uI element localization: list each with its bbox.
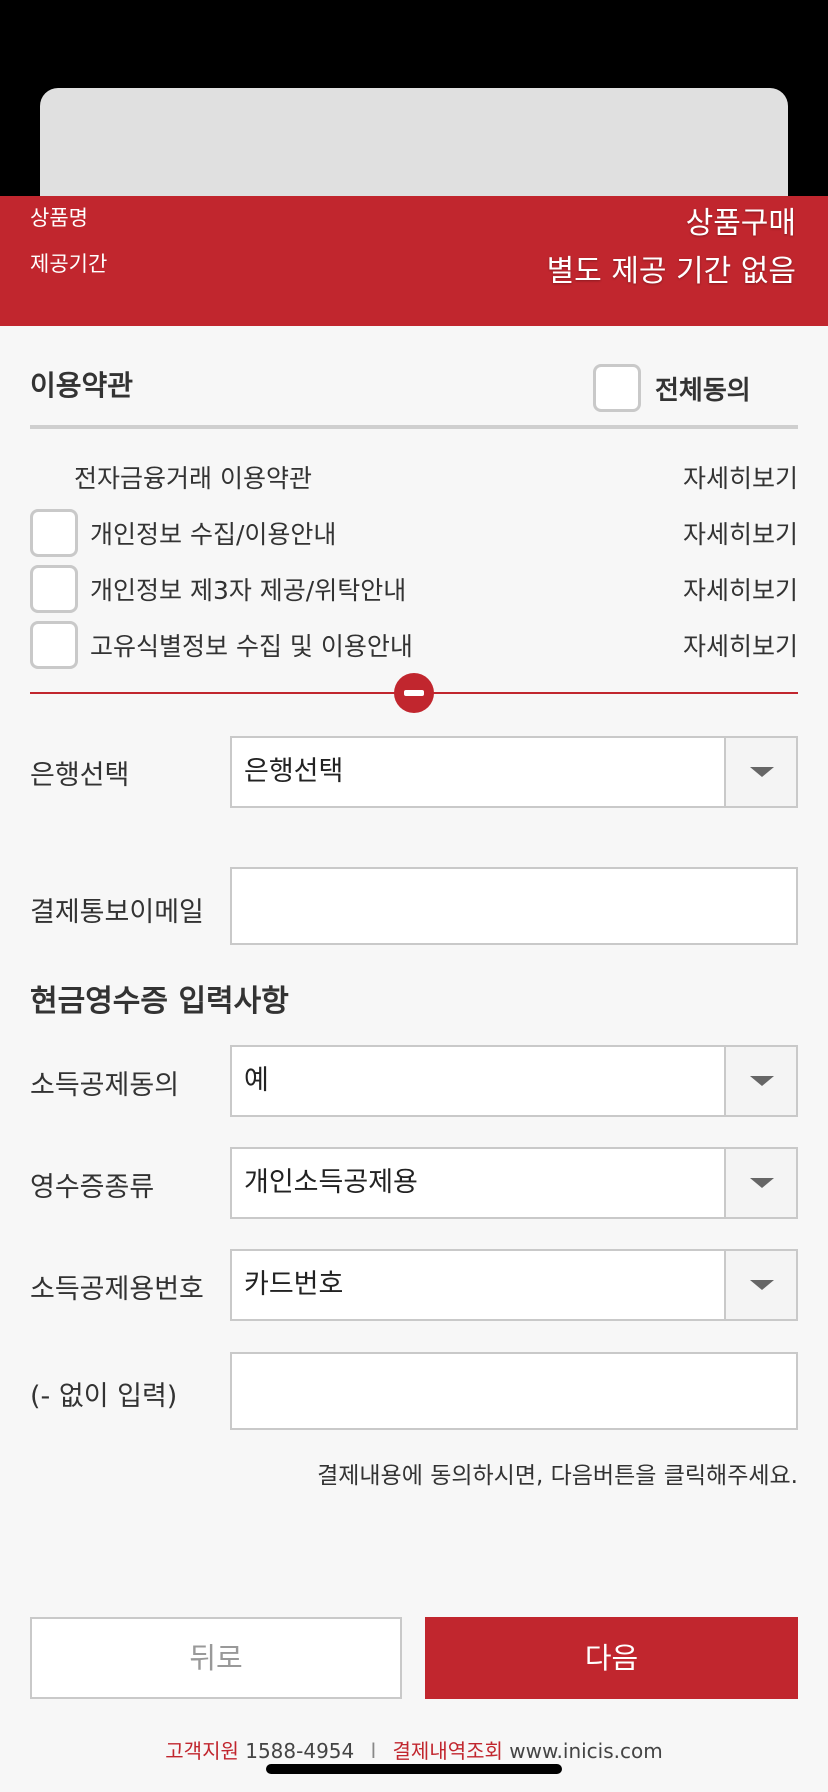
number-type-select[interactable]: 카드번호	[230, 1249, 798, 1321]
term-label: 개인정보 수집/이용안내	[90, 520, 337, 549]
number-input-label: (- 없이 입력)	[30, 1381, 178, 1412]
term-checkbox[interactable]	[30, 509, 78, 557]
term-detail-link[interactable]: 자세히보기	[683, 571, 798, 607]
chevron-down-icon[interactable]	[724, 1251, 796, 1319]
bank-label: 은행선택	[30, 760, 130, 791]
footer: 고객지원 1588-4954 l 결제내역조회 www.inicis.com	[0, 1735, 828, 1764]
collapse-terms-icon[interactable]	[394, 673, 434, 713]
product-info-panel: 상품명 상품구매 제공기간 별도 제공 기간 없음	[0, 196, 828, 326]
term-row-unique-id: 고유식별정보 수집 및 이용안내 자세히보기	[30, 620, 798, 670]
product-name-label: 상품명	[30, 206, 88, 230]
receipt-number-field[interactable]	[230, 1352, 798, 1430]
chevron-down-icon[interactable]	[724, 1149, 796, 1217]
term-checkbox[interactable]	[30, 565, 78, 613]
number-type-label: 소득공제용번호	[30, 1274, 204, 1305]
support-link[interactable]: 고객지원	[165, 1739, 239, 1763]
term-label: 개인정보 제3자 제공/위탁안내	[90, 576, 407, 605]
home-indicator[interactable]	[266, 1764, 562, 1774]
term-detail-link[interactable]: 자세히보기	[683, 515, 798, 551]
next-button[interactable]: 다음	[425, 1617, 798, 1699]
term-row-privacy-collect: 개인정보 수집/이용안내 자세히보기	[30, 508, 798, 558]
consent-select[interactable]: 예	[230, 1045, 798, 1117]
agree-all-label[interactable]: 전체동의	[655, 370, 751, 407]
term-detail-link[interactable]: 자세히보기	[683, 627, 798, 663]
divider	[30, 425, 798, 429]
receipt-type-select[interactable]: 개인소득공제용	[230, 1147, 798, 1219]
payment-history-link[interactable]: 결제내역조회	[393, 1739, 503, 1763]
chevron-down-icon[interactable]	[724, 738, 796, 806]
agree-all-checkbox[interactable]	[593, 364, 641, 412]
terms-title: 이용약관	[30, 369, 134, 402]
consent-label: 소득공제동의	[30, 1070, 180, 1101]
period-label: 제공기간	[30, 252, 108, 276]
agree-all-toggle[interactable]: 전체동의	[593, 364, 751, 412]
term-row-efinance: 전자금융거래 이용약관 자세히보기	[30, 452, 798, 502]
number-type-value: 카드번호	[244, 1269, 344, 1300]
bank-select[interactable]: 은행선택	[230, 736, 798, 808]
site-url[interactable]: www.inicis.com	[509, 1739, 662, 1763]
receipt-type-label: 영수증종류	[30, 1172, 155, 1203]
receipt-type-value: 개인소득공제용	[244, 1167, 418, 1198]
term-row-third-party: 개인정보 제3자 제공/위탁안내 자세히보기	[30, 564, 798, 614]
header-card	[40, 88, 788, 208]
email-field[interactable]	[230, 867, 798, 945]
bank-select-value: 은행선택	[244, 756, 344, 787]
agreement-notice: 결제내용에 동의하시면, 다음버튼을 클릭해주세요.	[317, 1463, 798, 1489]
footer-separator: l	[370, 1739, 377, 1763]
product-name-value: 상품구매	[685, 206, 796, 241]
cash-receipt-title: 현금영수증 입력사항	[30, 984, 289, 1019]
term-detail-link[interactable]: 자세히보기	[683, 459, 798, 495]
back-button[interactable]: 뒤로	[30, 1617, 402, 1699]
term-label: 고유식별정보 수집 및 이용안내	[90, 632, 413, 661]
chevron-down-icon[interactable]	[724, 1047, 796, 1115]
support-phone[interactable]: 1588-4954	[245, 1739, 354, 1763]
email-label: 결제통보이메일	[30, 897, 204, 928]
period-value: 별도 제공 기간 없음	[546, 254, 796, 289]
term-checkbox[interactable]	[30, 621, 78, 669]
term-label: 전자금융거래 이용약관	[74, 464, 312, 493]
consent-select-value: 예	[244, 1065, 269, 1096]
